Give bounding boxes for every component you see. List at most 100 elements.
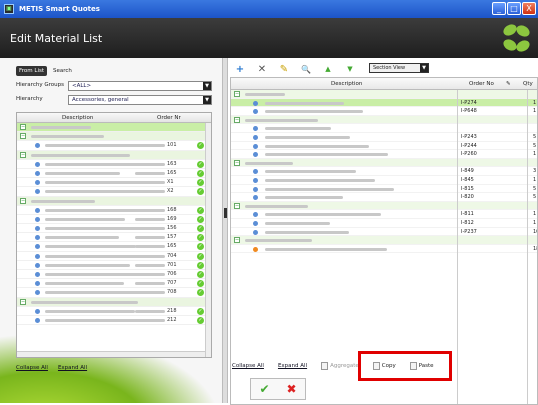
table-row[interactable]: I-820 5: [231, 193, 537, 202]
list-group-row[interactable]: −: [17, 132, 211, 142]
table-row[interactable]: I-849 3: [231, 167, 537, 176]
move-up-icon[interactable]: ▲: [322, 65, 334, 73]
section-row[interactable]: −: [231, 201, 537, 211]
table-row[interactable]: I-845 1: [231, 176, 537, 185]
order-no-cell: I-P648: [461, 108, 477, 115]
move-down-icon[interactable]: ▼: [344, 65, 356, 73]
section-row[interactable]: −: [231, 115, 537, 125]
maximize-button[interactable]: □: [507, 2, 521, 15]
check-icon[interactable]: ✓: [197, 215, 204, 223]
check-icon[interactable]: ✓: [197, 206, 204, 214]
check-icon[interactable]: ✓: [197, 316, 204, 324]
table-row[interactable]: I-815 5: [231, 185, 537, 194]
expand-toggle-icon[interactable]: −: [20, 197, 26, 204]
check-icon[interactable]: ✓: [197, 261, 204, 269]
search-icon[interactable]: 🔍: [300, 65, 312, 74]
list-item[interactable]: 165 ✓: [17, 169, 211, 179]
table-row[interactable]: I-811 1: [231, 210, 537, 219]
cancel-button[interactable]: ✖: [286, 382, 296, 396]
section-row[interactable]: −: [231, 236, 537, 245]
check-icon[interactable]: ✓: [197, 252, 204, 260]
hierarchy-select[interactable]: Accessories, general ▼: [68, 95, 212, 105]
close-button[interactable]: X: [522, 2, 536, 15]
list-item[interactable]: X1 ✓: [17, 178, 211, 188]
list-item[interactable]: 163 ✓: [17, 160, 211, 169]
table-row[interactable]: I-P243 5: [231, 133, 537, 142]
list-item[interactable]: 212 ✓: [17, 316, 211, 326]
tab-search[interactable]: Search: [50, 66, 75, 76]
delete-icon[interactable]: ✕: [256, 64, 268, 75]
list-item[interactable]: 707 ✓: [17, 279, 211, 289]
list-item[interactable]: 165 ✓: [17, 242, 211, 252]
collapse-all-link[interactable]: Collapse All: [16, 365, 48, 371]
splitter-grip[interactable]: [224, 208, 227, 218]
expand-toggle-icon[interactable]: −: [234, 116, 240, 123]
edit-pencil-icon[interactable]: ✎: [506, 81, 511, 87]
table-row[interactable]: I-P237 10: [231, 228, 537, 237]
table-row[interactable]: 18: [231, 245, 537, 254]
table-row[interactable]: I-P244 5: [231, 142, 537, 151]
check-icon[interactable]: ✓: [197, 243, 204, 251]
minimize-button[interactable]: _: [492, 2, 506, 15]
item-description: [265, 221, 330, 225]
vertical-scrollbar[interactable]: [205, 123, 211, 357]
hierarchy-groups-select[interactable]: <ALL> ▼: [68, 81, 212, 91]
check-icon[interactable]: ✓: [197, 160, 204, 168]
list-item[interactable]: 706 ✓: [17, 270, 211, 280]
list-item[interactable]: 169 ✓: [17, 215, 211, 225]
table-row[interactable]: I-P274 1: [231, 98, 537, 108]
table-row[interactable]: I-812 1: [231, 219, 537, 228]
list-group-row[interactable]: −: [17, 196, 211, 206]
horizontal-scrollbar[interactable]: [17, 351, 205, 357]
check-icon[interactable]: ✓: [197, 271, 204, 278]
section-row[interactable]: −: [231, 90, 537, 99]
check-icon[interactable]: ✓: [197, 225, 204, 233]
expand-toggle-icon[interactable]: −: [20, 133, 26, 140]
check-icon[interactable]: ✓: [197, 142, 204, 150]
expand-toggle-icon[interactable]: −: [234, 159, 240, 166]
check-icon[interactable]: ✓: [197, 289, 204, 297]
check-icon[interactable]: ✓: [197, 307, 204, 315]
check-icon[interactable]: ✓: [197, 188, 204, 196]
check-icon[interactable]: ✓: [197, 179, 204, 187]
view-select[interactable]: Section View ▼: [369, 63, 429, 73]
list-group-row[interactable]: −: [17, 297, 211, 307]
list-group-row[interactable]: −: [17, 123, 211, 133]
expand-toggle-icon[interactable]: −: [234, 91, 240, 97]
item-icon: [253, 126, 258, 132]
expand-toggle-icon[interactable]: −: [234, 237, 240, 244]
check-icon[interactable]: ✓: [197, 280, 204, 288]
expand-toggle-icon[interactable]: −: [20, 151, 26, 158]
expand-toggle-icon[interactable]: −: [20, 298, 26, 305]
table-row[interactable]: [231, 124, 537, 133]
expand-all-link[interactable]: Expand All: [58, 365, 87, 371]
add-icon[interactable]: +: [234, 64, 246, 75]
expand-toggle-icon[interactable]: −: [234, 202, 240, 209]
edit-icon[interactable]: ✎: [278, 64, 290, 75]
list-item[interactable]: 156 ✓: [17, 224, 211, 234]
list-item[interactable]: 701 ✓: [17, 261, 211, 270]
list-group-row[interactable]: −: [17, 150, 211, 160]
qty-cell: 1: [533, 108, 537, 115]
list-item[interactable]: 708 ✓: [17, 288, 211, 298]
ok-button[interactable]: ✔: [259, 382, 269, 396]
list-item[interactable]: 168 ✓: [17, 206, 211, 215]
list-item[interactable]: 704 ✓: [17, 252, 211, 261]
expand-all-link[interactable]: Expand All: [278, 363, 307, 369]
check-icon[interactable]: ✓: [197, 234, 204, 242]
table-header: Description Order No ✎ Qty: [231, 78, 537, 90]
table-row[interactable]: I-P648 1: [231, 107, 537, 116]
list-item[interactable]: X2 ✓: [17, 187, 211, 197]
list-item[interactable]: 101 ✓: [17, 141, 211, 151]
list-item[interactable]: 218 ✓: [17, 307, 211, 316]
table-row[interactable]: I-P260 1: [231, 150, 537, 159]
check-icon[interactable]: ✓: [197, 169, 204, 177]
tab-from-list[interactable]: From List: [16, 66, 47, 76]
list-item[interactable]: 157 ✓: [17, 233, 211, 243]
aggregate-button[interactable]: Aggregate: [321, 362, 359, 370]
collapse-all-link[interactable]: Collapse All: [232, 363, 264, 369]
order-nr-cell: X2: [167, 188, 174, 195]
expand-toggle-icon[interactable]: −: [20, 124, 26, 130]
item-description: [45, 263, 130, 267]
section-row[interactable]: −: [231, 158, 537, 168]
